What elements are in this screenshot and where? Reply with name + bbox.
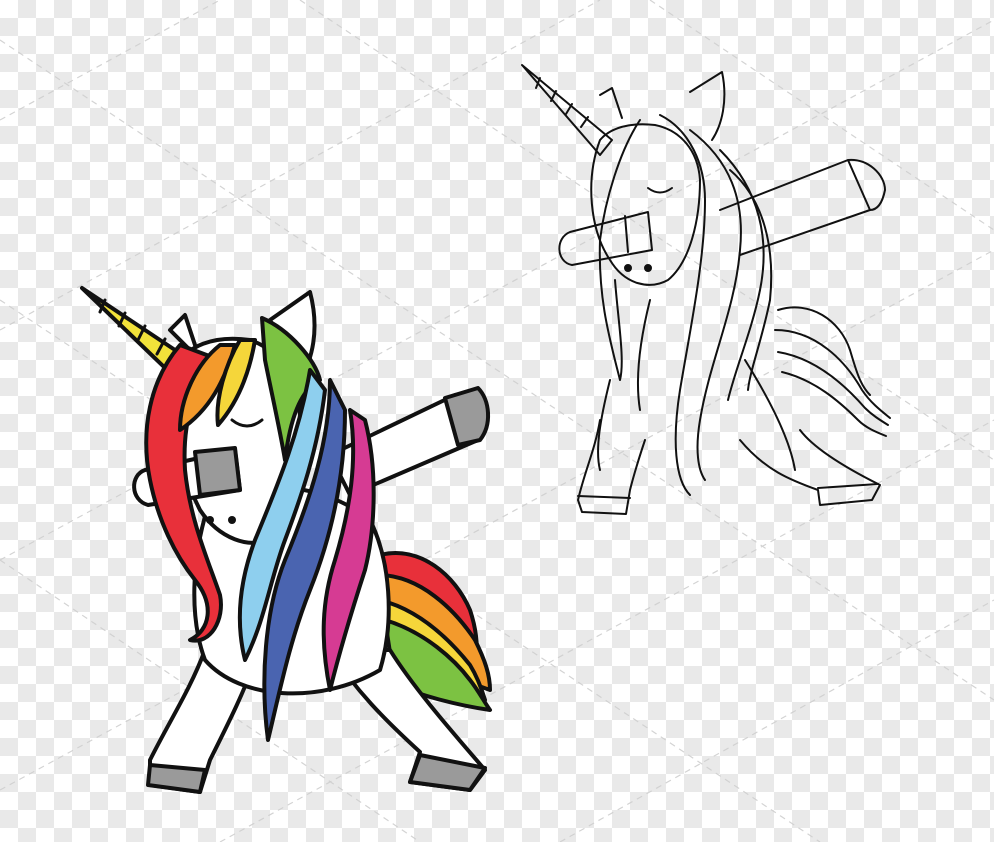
dabbing-unicorn-color-icon xyxy=(80,286,492,794)
dabbing-unicorn-outline-icon xyxy=(521,64,891,515)
artwork-canvas xyxy=(0,0,994,842)
